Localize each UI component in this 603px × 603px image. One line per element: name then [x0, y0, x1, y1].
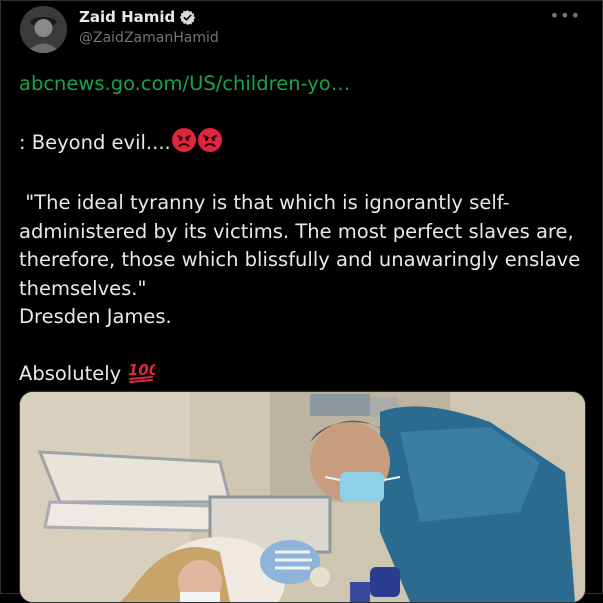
- angry-face-emoji: [171, 127, 197, 162]
- tweet-closing: Absolutely: [19, 361, 122, 385]
- verified-badge-icon: [179, 9, 196, 26]
- angry-face-emoji: [197, 127, 223, 162]
- tweet-attribution: Dresden James.: [19, 305, 172, 328]
- tweet-quote: "The ideal tyranny is that which is igno…: [19, 191, 587, 300]
- tweet-text: abcnews.go.com/US/children-yo… : Beyond …: [19, 70, 587, 392]
- author-name-row[interactable]: Zaid Hamid: [79, 8, 196, 26]
- article-link[interactable]: abcnews.go.com/US/children-yo…: [19, 72, 350, 95]
- tweet-line-1: : Beyond evil....: [19, 130, 171, 154]
- hundred-points-emoji: 100: [127, 360, 160, 393]
- tweet-media-image[interactable]: [19, 391, 586, 603]
- author-name[interactable]: Zaid Hamid: [79, 8, 175, 26]
- more-icon[interactable]: •••: [550, 6, 581, 25]
- avatar[interactable]: [20, 6, 67, 53]
- author-handle[interactable]: @ZaidZamanHamid: [79, 30, 219, 46]
